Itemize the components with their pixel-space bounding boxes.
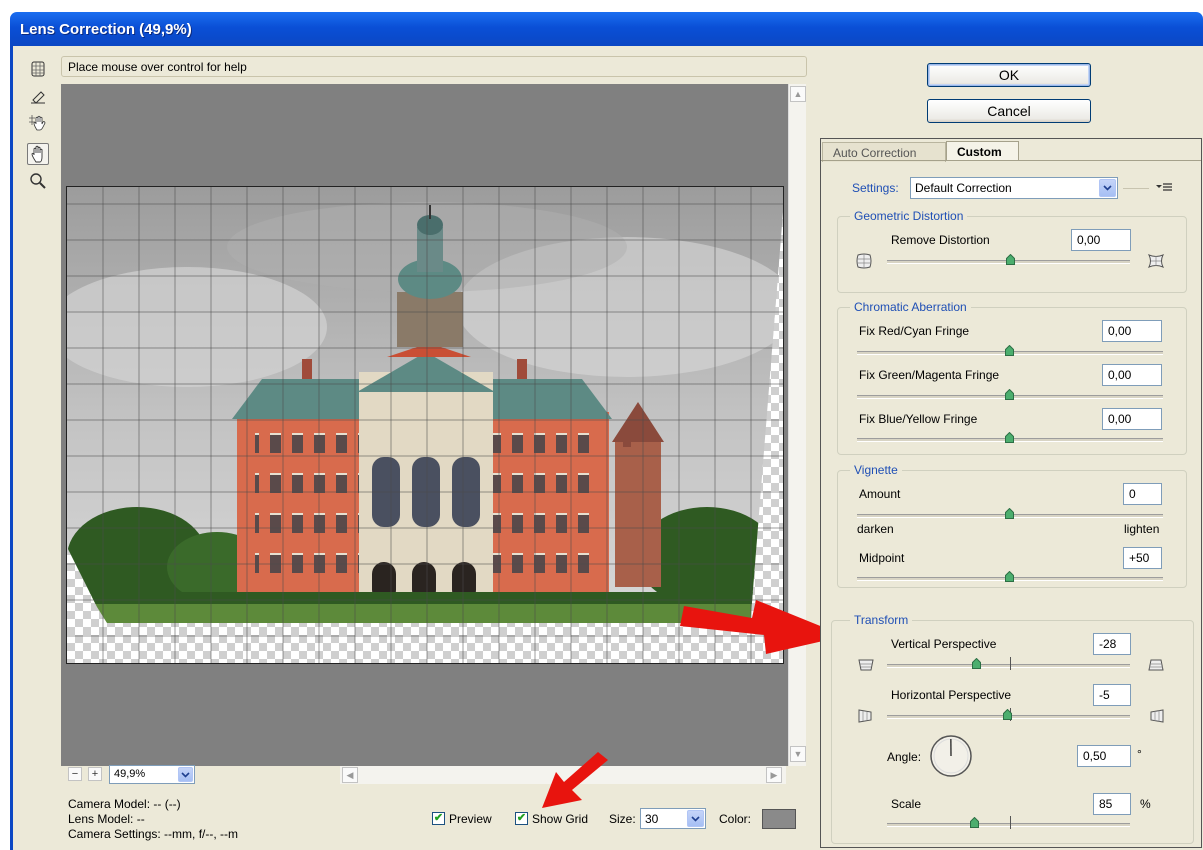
vertical-perspective-label: Vertical Perspective <box>891 637 997 651</box>
chevron-down-icon[interactable] <box>1099 179 1116 197</box>
lens-model: Lens Model: -- <box>68 812 145 826</box>
grid-color-label: Color: <box>719 812 752 826</box>
remove-distortion-slider-thumb[interactable] <box>1006 254 1015 265</box>
scroll-right-button[interactable]: ▶ <box>766 767 782 783</box>
chevron-down-icon[interactable] <box>687 810 704 827</box>
horizontal-perspective-minus-icon <box>857 708 873 727</box>
pincushion-distortion-icon <box>1147 253 1165 272</box>
horizontal-perspective-slider-thumb[interactable] <box>1003 709 1012 720</box>
angle-label: Angle: <box>887 750 922 764</box>
image-preview <box>66 186 784 664</box>
horizontal-scrollbar[interactable]: ◀ ▶ <box>340 766 786 784</box>
transform-title: Transform <box>850 613 913 627</box>
scroll-down-button[interactable]: ▼ <box>790 746 806 762</box>
help-bar: Place mouse over control for help <box>61 56 807 77</box>
cancel-button[interactable]: Cancel <box>927 99 1091 123</box>
red-cyan-label: Fix Red/Cyan Fringe <box>859 324 970 338</box>
red-cyan-field[interactable]: 0,00 <box>1102 320 1162 342</box>
vignette-midpoint-slider-thumb[interactable] <box>1005 571 1014 582</box>
move-grid-tool-icon[interactable] <box>27 112 49 134</box>
blue-yellow-label: Fix Blue/Yellow Fringe <box>859 412 978 426</box>
vignette-amount-slider-thumb[interactable] <box>1005 508 1014 519</box>
angle-unit: ° <box>1137 747 1142 761</box>
vignette-midpoint-label: Midpoint <box>859 551 905 565</box>
angle-field[interactable]: 0,50 <box>1077 745 1131 767</box>
vertical-perspective-slider-thumb[interactable] <box>972 658 981 669</box>
green-magenta-slider-thumb[interactable] <box>1005 389 1014 400</box>
settings-select[interactable]: Default Correction <box>910 177 1118 199</box>
blue-yellow-slider-thumb[interactable] <box>1005 432 1014 443</box>
angle-dial[interactable] <box>929 734 973 781</box>
horizontal-perspective-label: Horizontal Perspective <box>891 688 1012 702</box>
zoom-out-button[interactable]: − <box>68 767 82 781</box>
vignette-amount-field[interactable]: 0 <box>1123 483 1162 505</box>
horizontal-perspective-field[interactable]: -5 <box>1093 684 1131 706</box>
remove-distortion-tool-icon[interactable] <box>27 58 49 80</box>
scale-slider-thumb[interactable] <box>970 817 979 828</box>
scale-field[interactable]: 85 <box>1093 793 1131 815</box>
vertical-perspective-slider[interactable] <box>887 664 1130 668</box>
vignette-amount-label: Amount <box>859 487 901 501</box>
grid-color-swatch[interactable] <box>762 809 796 829</box>
remove-distortion-field[interactable]: 0,00 <box>1071 229 1131 251</box>
remove-distortion-label: Remove Distortion <box>891 233 990 247</box>
vertical-perspective-minus-icon <box>857 658 875 675</box>
ok-button[interactable]: OK <box>927 63 1091 87</box>
grid-size-select[interactable]: 30 <box>640 808 706 829</box>
tab-custom[interactable]: Custom <box>946 141 1019 161</box>
green-magenta-field[interactable]: 0,00 <box>1102 364 1162 386</box>
vertical-perspective-plus-icon <box>1147 658 1165 675</box>
window-title: Lens Correction (49,9%) <box>20 21 192 38</box>
grid-size-label: Size: <box>609 812 636 826</box>
lighten-label: lighten <box>1124 522 1160 536</box>
scale-slider[interactable] <box>887 823 1130 827</box>
scroll-left-button[interactable]: ◀ <box>342 767 358 783</box>
vertical-perspective-center-tick <box>1010 657 1011 670</box>
vignette-title: Vignette <box>850 463 902 477</box>
title-bar[interactable]: Lens Correction (49,9%) <box>10 12 1203 46</box>
straighten-tool-icon[interactable] <box>27 86 49 108</box>
chevron-down-icon[interactable] <box>178 767 193 782</box>
barrel-distortion-icon <box>855 253 873 272</box>
settings-label: Settings: <box>852 181 899 195</box>
vertical-scrollbar[interactable]: ▲ ▼ <box>788 84 806 766</box>
blue-yellow-field[interactable]: 0,00 <box>1102 408 1162 430</box>
zoom-tool-icon[interactable] <box>27 170 49 192</box>
scroll-up-button[interactable]: ▲ <box>790 86 806 102</box>
settings-panel: Auto Correction Custom Settings: Default… <box>820 138 1202 848</box>
camera-model: Camera Model: -- (--) <box>68 797 181 811</box>
darken-label: darken <box>857 522 894 536</box>
zoom-in-button[interactable]: + <box>88 767 102 781</box>
show-grid-label: Show Grid <box>532 812 589 826</box>
hand-tool-icon[interactable] <box>27 143 49 165</box>
geometric-distortion-title: Geometric Distortion <box>850 209 968 223</box>
preview-checkbox[interactable]: ✔ <box>432 812 445 825</box>
tab-auto-correction[interactable]: Auto Correction <box>822 142 946 162</box>
camera-settings: Camera Settings: --mm, f/--, --m <box>68 827 239 841</box>
show-grid-checkbox[interactable]: ✔ <box>515 812 528 825</box>
green-magenta-label: Fix Green/Magenta Fringe <box>859 368 1000 382</box>
red-cyan-slider-thumb[interactable] <box>1005 345 1014 356</box>
settings-menu-icon[interactable] <box>1155 181 1173 196</box>
horizontal-perspective-plus-icon <box>1149 708 1165 727</box>
scale-unit: % <box>1140 797 1151 811</box>
scale-label: Scale <box>891 797 922 811</box>
chromatic-aberration-title: Chromatic Aberration <box>850 300 971 314</box>
zoom-select[interactable]: 49,9% <box>109 765 195 784</box>
scale-center-tick <box>1010 816 1011 829</box>
vertical-perspective-field[interactable]: -28 <box>1093 633 1131 655</box>
vignette-midpoint-field[interactable]: +50 <box>1123 547 1162 569</box>
preview-label: Preview <box>449 812 492 826</box>
